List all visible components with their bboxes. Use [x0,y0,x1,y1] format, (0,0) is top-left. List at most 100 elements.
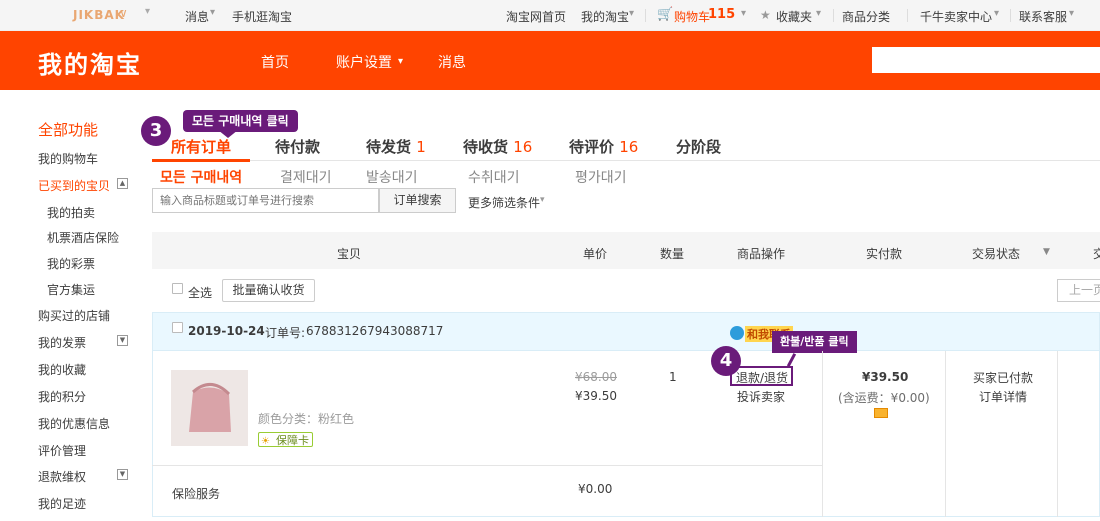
order-detail-link[interactable]: 订单详情 [979,388,1027,405]
chevron-down-icon: ▾ [1069,8,1075,19]
divider [822,351,823,517]
prev-page-button[interactable]: 上一页 [1057,279,1100,302]
divider [152,160,1100,161]
collapse-icon[interactable]: ▲ [117,178,128,189]
refund-link[interactable]: 退款/退货 [736,369,788,386]
complain-link[interactable]: 投诉卖家 [737,388,785,405]
sidebar-item-footprint[interactable]: 我的足迹 [38,495,86,512]
sidebar-item-lottery[interactable]: 我的彩票 [47,255,95,272]
col-ops: 商品操作 [737,247,786,261]
card-icon [874,408,888,418]
divider [1057,351,1058,517]
subtab-unreceived[interactable]: 수취대기 [468,167,520,187]
select-all-checkbox[interactable] [172,283,183,294]
chat-icon [730,326,744,340]
total-paid: ¥39.50 [862,370,909,384]
subtab-unshipped[interactable]: 발송대기 [366,167,418,187]
chevron-down-icon: ▾ [629,8,635,19]
chevron-down-icon[interactable]: ▾ [145,6,150,17]
favorites-link[interactable]: 收藏夹 [776,8,812,25]
sidebar-item-coupons[interactable]: 我的优惠信息 [38,415,110,432]
product-image[interactable] [171,370,248,446]
sun-icon: ☀ [261,436,270,447]
cart-count: 115 [708,7,736,22]
divider [152,465,822,466]
sidebar-item-points[interactable]: 我的积分 [38,388,86,405]
sidebar-item-refund[interactable]: 退款维权 [38,468,86,485]
guarantee-badge[interactable]: ☀ 保障卡 [258,432,313,447]
chevron-down-icon: ▾ [816,8,822,19]
taobao-home-link[interactable]: 淘宝网首页 [506,8,566,25]
step-3-label: 모든 구매내역 클릭 [183,110,298,132]
chevron-down-icon: ▾ [741,8,747,19]
brand-logo[interactable]: JIKBAK [73,8,125,22]
top-bar: JIKBAK ∨ ▾ 消息 ▾ 手机逛淘宝 淘宝网首页 我的淘宝 ▾ 🛒 购物车… [0,0,1100,31]
nav-home[interactable]: 首页 [261,52,289,72]
sidebar-title: 全部功能 [38,121,99,139]
step-4-label: 환불/반품 클릭 [772,331,857,353]
sidebar-item-invoice[interactable]: 我的发票 [38,334,86,351]
sidebar-item-auction[interactable]: 我的拍卖 [47,204,95,221]
step-3-marker: 3 [141,116,171,146]
order-search-input[interactable] [152,188,379,213]
insurance-label: 保险服务 [172,487,221,501]
subtab-unpaid[interactable]: 결제대기 [280,167,332,187]
sidebar-item-reviews[interactable]: 评价管理 [38,442,86,459]
messages-link[interactable]: 消息 [185,8,209,25]
nav-messages[interactable]: 消息 [438,52,466,72]
tab-unreceived[interactable]: 待收货 16 [463,136,532,157]
crown-icon: ∨ [119,6,128,20]
status-filter-icon[interactable]: ▼ [1043,247,1050,257]
chevron-down-icon: ▾ [540,195,545,205]
shipping-fee: (含运费：¥0.00) [838,391,930,405]
order-checkbox[interactable] [172,322,183,333]
tab-unrated[interactable]: 待评价 16 [569,136,638,157]
subtab-unrated[interactable]: 평가대기 [575,167,627,187]
expand-icon[interactable]: ▼ [117,335,128,346]
original-price: ¥68.00 [575,370,617,384]
chevron-down-icon: ▾ [210,7,216,18]
unit-price: ¥39.50 [575,389,617,403]
col-item: 宝贝 [337,247,362,261]
sidebar-item-shops[interactable]: 购买过的店铺 [38,307,110,324]
sidebar-item-jiyun[interactable]: 官方集运 [47,281,95,298]
step-4-marker: 4 [711,346,741,376]
active-tab-indicator [152,159,250,162]
more-filters-link[interactable]: 更多筛选条件 [468,194,540,211]
order-status: 买家已付款 [973,371,1034,385]
sidebar-item-cart[interactable]: 我的购物车 [38,150,98,167]
cart-link[interactable]: 购物车 [674,8,710,25]
star-icon: ★ [760,8,771,22]
col-status[interactable]: 交易状态 [972,245,1020,262]
seller-center-link[interactable]: 千牛卖家中心 [920,8,992,25]
col-extra: 交 [1093,247,1100,261]
my-taobao-link[interactable]: 我的淘宝 [581,8,629,25]
cart-icon: 🛒 [657,7,674,22]
divider [945,351,946,517]
sidebar-item-travel[interactable]: 机票酒店保险 [47,229,119,246]
expand-icon[interactable]: ▼ [117,469,128,480]
order-number-label: 订单号: [265,326,306,340]
nav-account-settings[interactable]: 账户设置 [336,52,392,72]
chevron-down-icon: ▾ [994,8,1000,19]
col-paid: 实付款 [866,247,903,261]
mobile-taobao-link[interactable]: 手机逛淘宝 [232,8,292,25]
subtab-all[interactable]: 모든 구매내역 [160,167,242,187]
sidebar-item-collection[interactable]: 我的收藏 [38,361,86,378]
order-date: 2019-10-24 [188,324,265,338]
categories-link[interactable]: 商品分类 [842,8,890,25]
my-taobao-logo[interactable]: 我的淘宝 [38,45,142,80]
customer-service-link[interactable]: 联系客服 [1019,8,1067,25]
order-number: 678831267943088717 [306,324,444,338]
tab-installment[interactable]: 分阶段 [676,136,721,157]
chevron-down-icon: ▾ [398,56,404,67]
table-header [152,232,1100,269]
tab-all-orders[interactable]: 所有订单 [171,136,231,157]
batch-confirm-button[interactable]: 批量确认收货 [222,279,315,302]
order-search-button[interactable]: 订单搜索 [379,188,456,213]
sidebar-item-bought[interactable]: 已买到的宝贝 [38,177,110,194]
select-all-label: 全选 [188,286,213,300]
tab-unpaid[interactable]: 待付款 [275,136,320,157]
header-search-input[interactable] [872,47,1100,73]
tab-unshipped[interactable]: 待发货 1 [366,136,426,157]
